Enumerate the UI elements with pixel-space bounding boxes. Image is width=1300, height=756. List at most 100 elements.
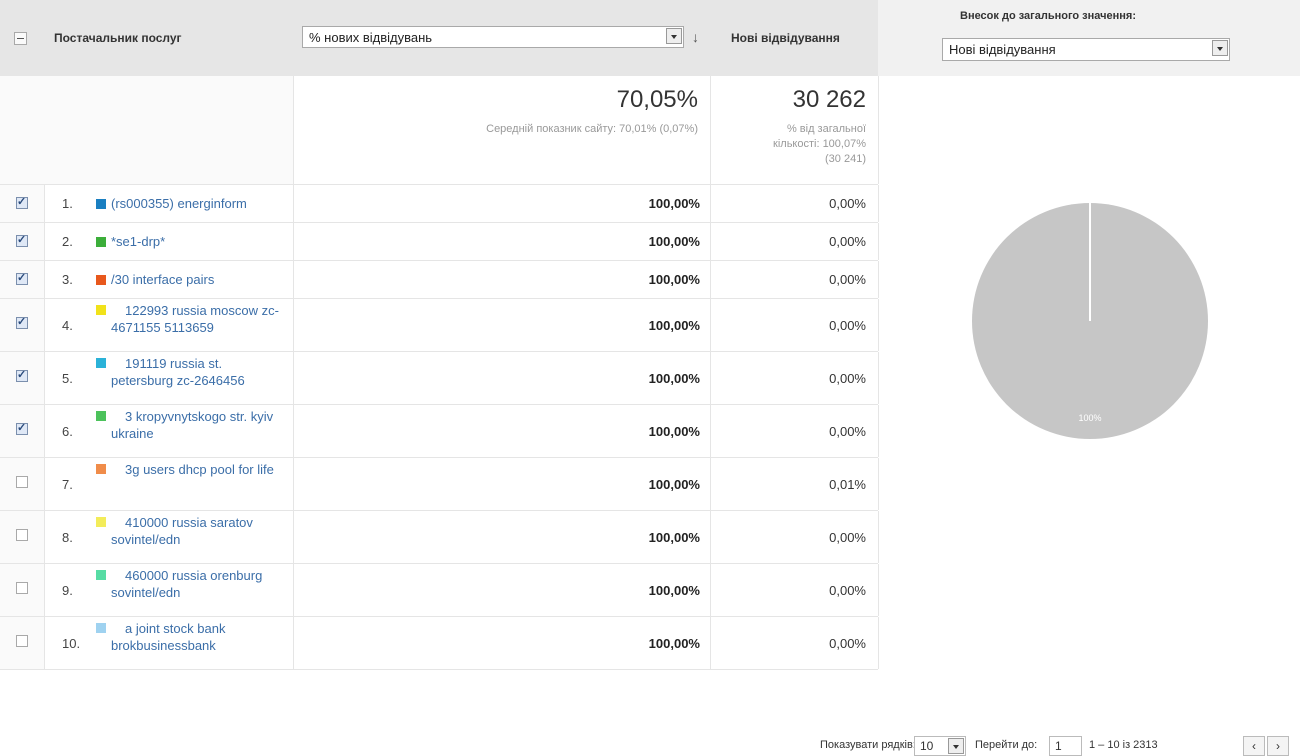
row-dimension-link[interactable]: 410000 russia saratov sovintel/edn [111,514,286,548]
pagination-bar: Показувати рядків: 10 Перейти до: 1 1 – 10 і… [0,736,1300,756]
series-color-swatch [96,275,106,285]
row-metric-value: 100,00% [648,583,700,598]
row-checkbox[interactable] [16,233,28,247]
table-row: 5. 191119 russia st. petersburg zc-26464… [0,352,879,405]
deselect-all-checkbox[interactable] [14,32,27,45]
row-index: 8. [62,530,73,545]
series-color-swatch [96,237,106,247]
row-index: 5. [62,371,73,386]
row-dimension-link[interactable]: 122993 russia moscow zc-4671155 5113659 [111,302,286,336]
series-color-swatch [96,517,106,527]
row-new-visits-value: 0,00% [829,424,866,439]
new-visits-total-note-2: кількості: 100,07% [773,138,866,150]
row-metric-value: 100,00% [648,234,700,249]
previous-page-button[interactable]: ‹ [1243,736,1265,756]
series-color-swatch [96,199,106,209]
metric-select[interactable]: % нових відвідувань [302,26,684,48]
metric-total-value: 70,05% [616,86,698,113]
contribution-select[interactable]: Нові відвідування [942,38,1230,61]
row-metric-value: 100,00% [648,424,700,439]
row-new-visits-value: 0,00% [829,272,866,287]
select-all-column-header [0,0,45,76]
totals-dimension-cell [44,76,294,184]
row-checkbox[interactable] [16,529,28,541]
row-checkbox[interactable] [16,635,28,647]
row-index: 1. [62,196,73,211]
page-range-text: 1 – 10 із 2313 [1089,739,1158,751]
dimension-column-header: Постачальник послуг [44,0,294,76]
row-index: 4. [62,318,73,333]
table-row: 6. 3 kropyvnytskogo str. kyiv ukraine 10… [0,405,879,458]
table-header: Постачальник послуг % нових відвідувань … [0,0,1300,76]
row-checkbox[interactable] [16,582,28,594]
row-checkbox[interactable] [16,195,28,209]
pie-slice-label: 100% [1078,413,1101,423]
row-metric-value: 100,00% [648,477,700,492]
metric-column-header: % нових відвідувань [293,0,711,76]
contribution-header-label: Внесок до загального значення: [960,10,1137,22]
series-color-swatch [96,305,106,315]
next-page-button[interactable]: › [1267,736,1289,756]
metric-select-value: % нових відвідувань [309,30,433,45]
table-row: 1. (rs000355) energinform 100,00% 0,00% [0,185,879,223]
contribution-header: Внесок до загального значення: Нові відв… [878,0,1300,76]
row-checkbox[interactable] [16,315,28,329]
row-metric-value: 100,00% [648,371,700,386]
table-row: 9. 460000 russia orenburg sovintel/edn 1… [0,564,879,617]
table-row: 2. *se1-drp* 100,00% 0,00% [0,223,879,261]
row-index: 9. [62,583,73,598]
row-dimension-link[interactable]: a joint stock bank brokbusinessbank [111,620,286,654]
new-visits-header-label[interactable]: Нові відвідування [731,31,840,45]
new-visits-total-note-1: % від загальної [786,123,866,135]
series-color-swatch [96,623,106,633]
chevron-down-icon[interactable] [1212,40,1228,56]
row-dimension-link[interactable]: (rs000355) energinform [111,195,286,212]
chevron-down-icon[interactable] [666,28,682,44]
totals-metric-cell: 70,05% Середній показник сайту: 70,01% (… [293,76,711,184]
row-metric-value: 100,00% [648,530,700,545]
row-checkbox[interactable] [16,476,28,488]
row-metric-value: 100,00% [648,196,700,211]
row-checkbox[interactable] [16,271,28,285]
dimension-header-label[interactable]: Постачальник послуг [54,31,182,45]
new-visits-total-note-3: (30 241) [825,153,866,165]
row-metric-value: 100,00% [648,318,700,333]
row-checkbox[interactable] [16,368,28,382]
contribution-pie-chart: 100% [972,203,1208,439]
metric-total-note: Середній показник сайту: 70,01% (0,07%) [486,123,698,135]
rows-per-page-label: Показувати рядків: [820,739,916,751]
row-dimension-link[interactable]: 460000 russia orenburg sovintel/edn [111,567,286,601]
goto-page-label: Перейти до: [975,739,1038,751]
row-index: 10. [62,636,81,651]
table-row: 10. a joint stock bank brokbusinessbank … [0,617,879,670]
series-color-swatch [96,358,106,368]
new-visits-total-value: 30 262 [792,86,866,113]
series-color-swatch [96,411,106,421]
sort-descending-icon[interactable]: ↓ [692,29,699,45]
row-metric-value: 100,00% [648,636,700,651]
row-new-visits-value: 0,00% [829,636,866,651]
row-index: 7. [62,477,73,492]
pie-svg: 100% [972,203,1208,439]
row-new-visits-value: 0,01% [829,477,866,492]
row-checkbox[interactable] [16,421,28,435]
chevron-down-icon[interactable] [948,738,964,754]
row-dimension-link[interactable]: *se1-drp* [111,233,286,250]
row-new-visits-value: 0,00% [829,530,866,545]
rows-per-page-value: 10 [920,739,934,753]
row-dimension-link[interactable]: 3 kropyvnytskogo str. kyiv ukraine [111,408,286,442]
table-row: 8. 410000 russia saratov sovintel/edn 10… [0,511,879,564]
row-index: 6. [62,424,73,439]
row-dimension-link[interactable]: 3g users dhcp pool for life [111,461,286,478]
totals-new-visits-cell: 30 262 % від загальної кількості: 100,07… [710,76,879,184]
rows-per-page-select[interactable]: 10 [914,736,966,756]
table-row: 7. 3g users dhcp pool for life 100,00% 0… [0,458,879,511]
row-dimension-link[interactable]: 191119 russia st. petersburg zc-2646456 [111,355,286,389]
row-index: 3. [62,272,73,287]
goto-page-input[interactable]: 1 [1049,736,1082,756]
row-new-visits-value: 0,00% [829,371,866,386]
series-color-swatch [96,464,106,474]
row-dimension-link[interactable]: /30 interface pairs [111,271,286,288]
row-metric-value: 100,00% [648,272,700,287]
totals-row: 70,05% Середній показник сайту: 70,01% (… [0,76,879,185]
